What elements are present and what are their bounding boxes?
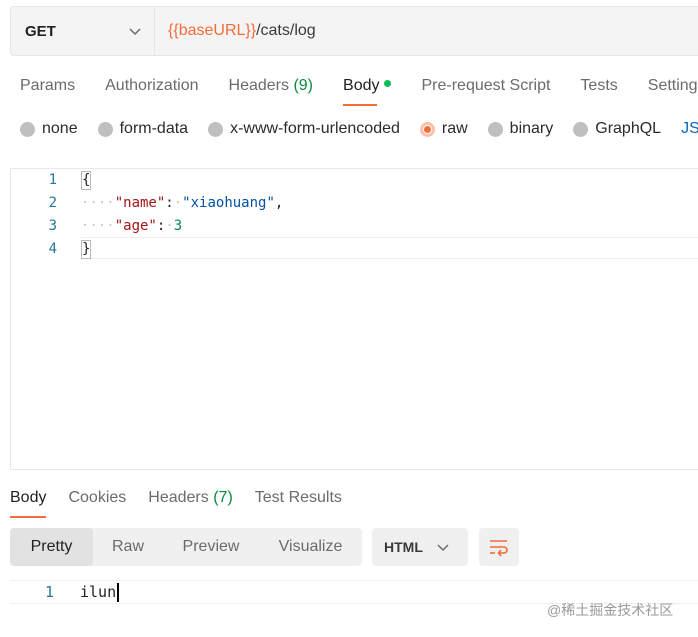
text-caret	[117, 583, 120, 602]
line-code: {	[81, 169, 92, 192]
radio-circle	[573, 121, 589, 137]
response-format-select[interactable]: HTML	[372, 528, 468, 566]
raw-language-label: JSON	[681, 120, 698, 137]
editor-line: 2 ····"name":·"xiaohuang",	[11, 192, 698, 215]
tab-label: Tests	[580, 77, 618, 94]
body-type-radios: none form-data x-www-form-urlencoded raw…	[20, 120, 698, 138]
chevron-down-icon	[129, 28, 141, 36]
headers-count: (9)	[293, 77, 314, 94]
response-tabs: Body Cookies Headers (7) Test Results	[10, 488, 364, 518]
radio-x-www-form-urlencoded[interactable]: x-www-form-urlencoded	[208, 120, 400, 138]
wrap-lines-button[interactable]	[479, 528, 519, 566]
line-number: 1	[48, 172, 57, 188]
mode-preview-button[interactable]: Preview	[163, 528, 259, 566]
response-tab-headers[interactable]: Headers (7)	[148, 488, 233, 518]
response-text-content: ilun	[80, 583, 117, 601]
json-number-value: 3	[173, 218, 183, 234]
radio-circle	[97, 121, 113, 137]
tab-label: Settings	[647, 77, 698, 94]
line-number: 4	[48, 241, 57, 257]
editor-line: 3 ····"age":·3	[11, 215, 698, 238]
tab-label: Headers	[148, 489, 209, 506]
line-code: ····"name":·"xiaohuang",	[81, 195, 284, 211]
radio-label: binary	[509, 120, 554, 137]
format-label: HTML	[384, 539, 423, 555]
radio-none[interactable]: none	[20, 120, 78, 138]
json-key: "name"	[114, 195, 166, 211]
request-tabs: Params Authorization Headers (9) Body Pr…	[20, 74, 698, 106]
watermark: @稀土掘金技术社区	[547, 602, 674, 618]
open-brace: {	[81, 171, 92, 190]
tab-label: Params	[20, 77, 76, 94]
method-label: GET	[25, 22, 56, 40]
tab-label: Body	[10, 489, 47, 506]
url-input[interactable]: {{baseURL}}/cats/log	[155, 7, 316, 55]
radio-circle	[208, 121, 224, 137]
tab-headers[interactable]: Headers (9)	[229, 74, 314, 106]
tab-label: Cookies	[68, 489, 127, 506]
tab-label: Body	[343, 77, 380, 94]
radio-label: form-data	[119, 120, 189, 137]
json-key: "age"	[114, 218, 157, 234]
radio-raw[interactable]: raw	[419, 120, 468, 138]
response-tab-test-results[interactable]: Test Results	[255, 488, 342, 518]
chevron-down-icon	[437, 544, 449, 552]
tab-body[interactable]: Body	[343, 74, 392, 106]
json-string-value: "xiaohuang"	[182, 195, 275, 211]
tab-label: Test Results	[254, 489, 342, 506]
tab-pre-request-script[interactable]: Pre-request Script	[421, 74, 550, 106]
radio-graphql[interactable]: GraphQL	[573, 120, 661, 138]
close-brace: }	[81, 240, 92, 259]
radio-circle-checked	[419, 121, 435, 137]
request-url-bar: GET {{baseURL}}/cats/log	[10, 6, 698, 56]
mode-pretty-button[interactable]: Pretty	[10, 528, 93, 566]
url-variable: {{baseURL}}	[168, 22, 257, 39]
tab-params[interactable]: Params	[20, 74, 75, 106]
tab-tests[interactable]: Tests	[580, 74, 617, 106]
body-indicator-dot	[384, 80, 392, 88]
editor-line: 1 {	[11, 169, 698, 192]
tab-label: Headers	[228, 77, 289, 94]
radio-label: raw	[441, 120, 468, 137]
wrap-lines-icon	[490, 540, 508, 557]
request-body-editor[interactable]: 1 { 2 ····"name":·"xiaohuang", 3 ····"ag…	[10, 168, 698, 470]
radio-circle	[487, 121, 503, 137]
url-path: /cats/log	[256, 22, 316, 39]
response-headers-count: (7)	[213, 489, 233, 506]
response-view-modes: Pretty Raw Preview Visualize	[10, 528, 362, 566]
mode-visualize-button[interactable]: Visualize	[259, 528, 362, 566]
tab-authorization[interactable]: Authorization	[105, 74, 198, 106]
tab-label: Authorization	[105, 77, 199, 94]
line-code: }	[81, 238, 92, 261]
tab-label: Pre-request Script	[421, 77, 551, 94]
line-number: 2	[48, 195, 57, 211]
raw-language-select[interactable]: JSON	[681, 120, 698, 138]
editor-line: 4 }	[11, 238, 698, 261]
tab-settings[interactable]: Settings	[648, 74, 698, 106]
response-tab-cookies[interactable]: Cookies	[68, 488, 126, 518]
response-tab-body[interactable]: Body	[10, 488, 47, 518]
response-text: ilun	[80, 581, 120, 603]
radio-form-data[interactable]: form-data	[97, 120, 189, 138]
line-number: 1	[44, 583, 54, 601]
radio-label: none	[42, 120, 78, 137]
mode-raw-button[interactable]: Raw	[93, 528, 163, 566]
radio-label: GraphQL	[595, 120, 662, 137]
radio-label: x-www-form-urlencoded	[230, 120, 400, 137]
method-select[interactable]: GET	[11, 7, 155, 55]
radio-circle	[20, 121, 35, 137]
radio-binary[interactable]: binary	[487, 120, 554, 138]
line-number: 3	[48, 218, 57, 234]
line-code: ····"age":·3	[81, 218, 183, 234]
